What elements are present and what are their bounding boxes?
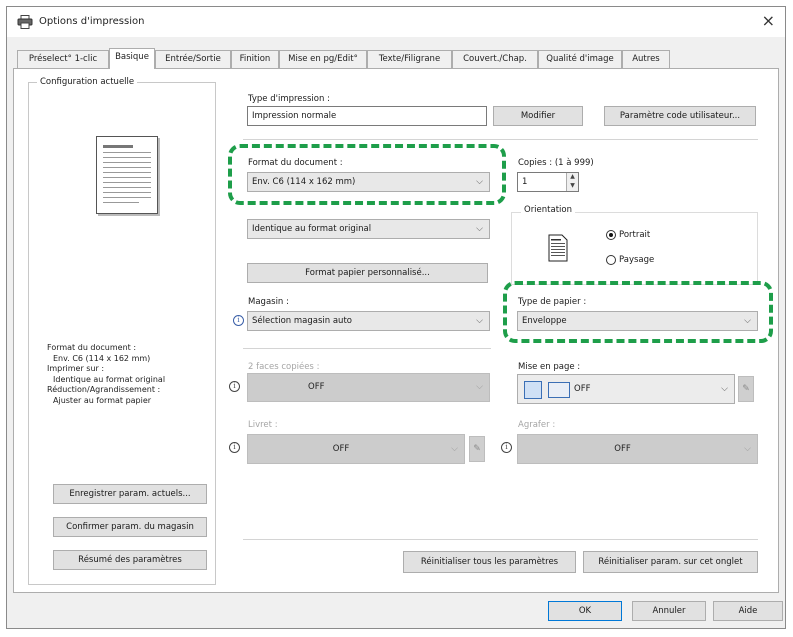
tab-texte-filigrane[interactable]: Texte/Filigrane: [367, 50, 452, 68]
chevron-down-icon: ⌵: [476, 382, 483, 392]
tray-label: Magasin :: [248, 297, 289, 307]
portrait-page-icon: [548, 234, 568, 262]
tab-mise-en-page-edit[interactable]: Mise en pg/Edit°: [279, 50, 367, 68]
help-button[interactable]: Aide: [713, 601, 783, 621]
custom-paper-size-button[interactable]: Format papier personnalisé...: [247, 263, 488, 283]
layout-value: OFF: [574, 384, 591, 394]
copies-label: Copies : (1 à 999): [518, 158, 594, 168]
tray-dropdown[interactable]: Sélection magasin auto ⌵: [247, 311, 490, 331]
chevron-down-icon: ⌵: [451, 444, 458, 454]
print-on-dropdown[interactable]: Identique au format original ⌵: [247, 219, 490, 239]
landscape-label: Paysage: [619, 255, 655, 265]
layout-label: Mise en page :: [518, 362, 581, 372]
paper-type-highlight: [503, 281, 773, 343]
pencil-icon[interactable]: ✎: [469, 436, 485, 462]
copies-value: 1: [522, 177, 528, 187]
info-icon[interactable]: i: [229, 442, 240, 453]
portrait-label: Portrait: [619, 230, 651, 240]
chevron-down-icon: ⌵: [744, 444, 751, 454]
reset-all-settings-button[interactable]: Réinitialiser tous les paramètres: [403, 551, 576, 573]
tab-qualite-image[interactable]: Qualité d'image: [538, 50, 622, 68]
close-icon[interactable]: ×: [762, 11, 775, 31]
summary-format-value: Env. C6 (114 x 162 mm): [53, 353, 151, 363]
orientation-label: Orientation: [521, 205, 575, 215]
separator: [243, 139, 758, 140]
landscape-radio[interactable]: [606, 255, 616, 265]
ok-button[interactable]: OK: [548, 601, 622, 621]
modify-button[interactable]: Modifier: [493, 106, 583, 126]
confirm-tray-settings-button[interactable]: Confirmer param. du magasin: [53, 517, 207, 537]
save-current-settings-button[interactable]: Enregistrer param. actuels...: [53, 484, 207, 504]
tab-autres[interactable]: Autres: [622, 50, 670, 68]
pencil-icon[interactable]: ✎: [738, 376, 754, 402]
document-format-highlight: [228, 144, 506, 205]
current-config-title: Configuration actuelle: [37, 77, 138, 87]
booklet-value: OFF: [332, 444, 350, 454]
chevron-down-icon: ⌵: [476, 224, 483, 234]
staple-dropdown[interactable]: OFF ⌵: [517, 434, 758, 464]
config-summary: Format du document : Env. C6 (114 x 162 …: [47, 343, 165, 406]
booklet-dropdown[interactable]: OFF ⌵: [247, 434, 465, 464]
tab-couvert-chap[interactable]: Couvert./Chap.: [452, 50, 538, 68]
info-icon[interactable]: i: [229, 381, 240, 392]
chevron-down-icon: ⌵: [721, 384, 728, 394]
duplex-value: OFF: [308, 382, 325, 392]
title-bar: Options d'impression ×: [7, 7, 785, 37]
window-title: Options d'impression: [39, 16, 145, 27]
user-code-settings-button[interactable]: Paramètre code utilisateur...: [604, 106, 756, 126]
booklet-label: Livret :: [248, 420, 278, 430]
print-on-value: Identique au format original: [252, 224, 372, 234]
copies-input[interactable]: 1 ▲ ▼: [517, 172, 579, 192]
summary-reduction-value: Ajuster au format papier: [53, 395, 152, 405]
staple-label: Agrafer :: [518, 420, 556, 430]
cancel-button[interactable]: Annuler: [632, 601, 706, 621]
duplex-dropdown[interactable]: OFF ⌵: [247, 373, 490, 402]
duplex-label: 2 faces copiées :: [248, 362, 320, 372]
tab-entree-sortie[interactable]: Entrée/Sortie: [155, 50, 231, 68]
info-icon[interactable]: i: [501, 442, 512, 453]
settings-summary-button[interactable]: Résumé des paramètres: [53, 550, 207, 570]
summary-reduction-label: Réduction/Agrandissement :: [47, 385, 161, 394]
summary-print-on-label: Imprimer sur :: [47, 364, 105, 373]
print-type-label: Type d'impression :: [248, 94, 330, 104]
chevron-down-icon: ⌵: [476, 316, 483, 326]
spin-down-icon[interactable]: ▼: [567, 182, 578, 191]
single-page-layout-icon: [524, 381, 542, 399]
tab-finition[interactable]: Finition: [231, 50, 279, 68]
tab-bar: Préselect° 1-clic Basique Entrée/Sortie …: [13, 48, 773, 69]
tab-basique[interactable]: Basique: [109, 48, 155, 69]
separator: [243, 348, 491, 349]
info-icon[interactable]: i: [233, 315, 244, 326]
summary-print-on-value: Identique au format original: [53, 374, 166, 384]
print-type-field[interactable]: Impression normale: [247, 106, 487, 126]
spin-up-icon[interactable]: ▲: [567, 173, 578, 182]
reset-tab-settings-button[interactable]: Réinitialiser param. sur cet onglet: [583, 551, 758, 573]
page-preview-image: [96, 136, 158, 214]
tab-preselect[interactable]: Préselect° 1-clic: [17, 50, 109, 68]
tray-value: Sélection magasin auto: [252, 316, 352, 326]
copies-spinner[interactable]: ▲ ▼: [566, 173, 578, 191]
printer-icon: [17, 15, 33, 29]
portrait-radio[interactable]: [606, 230, 616, 240]
summary-format-label: Format du document :: [47, 343, 137, 352]
separator: [243, 539, 758, 540]
staple-value: OFF: [614, 444, 631, 454]
landscape-page-layout-icon: [548, 382, 570, 398]
